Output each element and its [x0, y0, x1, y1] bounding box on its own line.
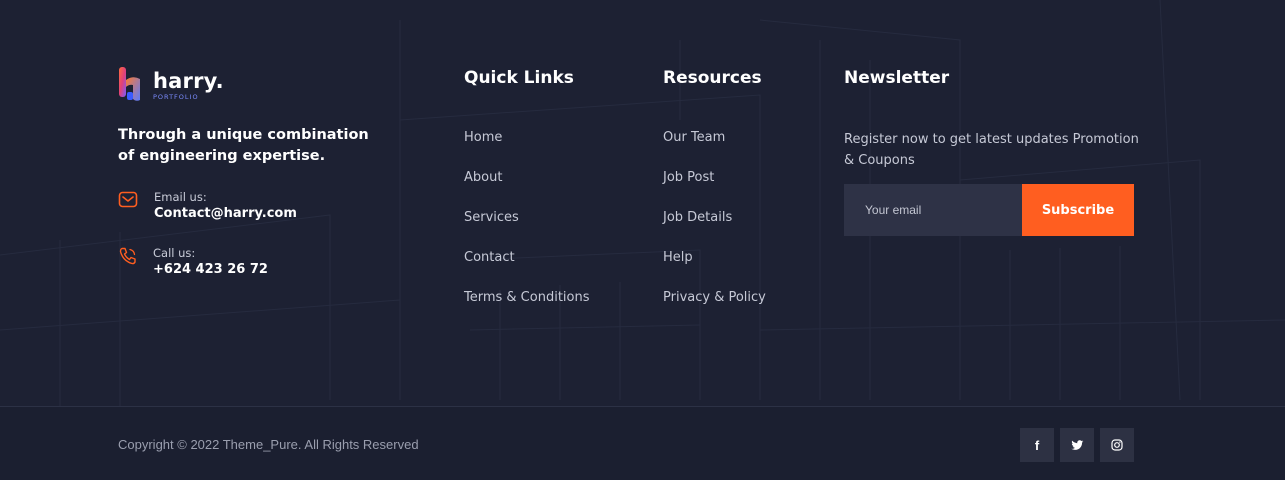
- logo-mark-icon: [119, 67, 140, 101]
- phone-icon: [119, 247, 136, 265]
- facebook-button[interactable]: f: [1020, 428, 1054, 462]
- phone-value[interactable]: +624 423 26 72: [153, 262, 268, 278]
- link-home[interactable]: Home: [464, 130, 590, 170]
- twitter-button[interactable]: [1060, 428, 1094, 462]
- facebook-icon: f: [1034, 437, 1040, 453]
- link-help[interactable]: Help: [663, 250, 766, 290]
- brand-subtitle: PORTFOLIO: [153, 93, 199, 101]
- brand-name: harry.: [153, 69, 224, 93]
- copyright-text: Copyright © 2022 Theme_Pure. All Rights …: [118, 437, 419, 452]
- mail-icon: [118, 191, 138, 208]
- link-job-details[interactable]: Job Details: [663, 210, 766, 250]
- brand-tagline: Through a unique combination of engineer…: [118, 127, 369, 164]
- link-services[interactable]: Services: [464, 210, 590, 250]
- quick-links-title: Quick Links: [464, 68, 574, 88]
- newsletter-email-input[interactable]: [844, 184, 1022, 236]
- footer-top: harry. PORTFOLIO Through a unique combin…: [0, 0, 1285, 407]
- instagram-icon: [1111, 439, 1123, 451]
- link-about[interactable]: About: [464, 170, 590, 210]
- quick-links-list: Home About Services Contact Terms & Cond…: [464, 130, 590, 330]
- link-contact[interactable]: Contact: [464, 250, 590, 290]
- link-terms-conditions[interactable]: Terms & Conditions: [464, 290, 590, 330]
- subscribe-button[interactable]: Subscribe: [1022, 184, 1134, 236]
- email-value[interactable]: Contact@harry.com: [154, 206, 297, 222]
- link-job-post[interactable]: Job Post: [663, 170, 766, 210]
- newsletter-description: Register now to get latest updates Promo…: [844, 132, 1139, 168]
- resources-list: Our Team Job Post Job Details Help Priva…: [663, 130, 766, 330]
- link-privacy-policy[interactable]: Privacy & Policy: [663, 290, 766, 330]
- instagram-button[interactable]: [1100, 428, 1134, 462]
- resources-title: Resources: [663, 68, 762, 88]
- phone-label: Call us:: [153, 246, 196, 260]
- email-label: Email us:: [154, 190, 207, 204]
- twitter-icon: [1070, 439, 1083, 450]
- link-our-team[interactable]: Our Team: [663, 130, 766, 170]
- newsletter-title: Newsletter: [844, 68, 950, 88]
- brand-logo[interactable]: harry. PORTFOLIO: [118, 66, 238, 102]
